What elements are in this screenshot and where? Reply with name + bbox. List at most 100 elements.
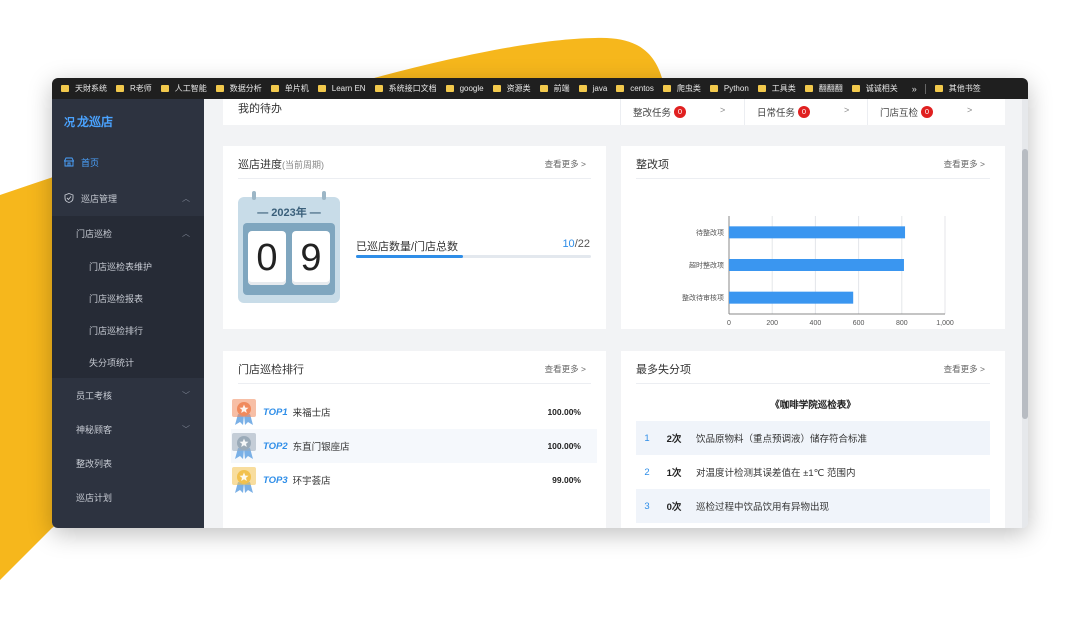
chevron-up-icon: ︿ <box>182 193 190 203</box>
bookmark-item[interactable]: 单片机 <box>270 83 309 94</box>
progress-title: 巡店进度(当前周期) <box>238 159 324 171</box>
sidebar-item-mystery-guest[interactable]: 神秘顾客 ﹀ <box>52 412 204 446</box>
rectify-card: 整改项 查看更多 > 0 200 400 600 800 1,000 待整改项 超时整改项 整改… <box>621 146 1005 329</box>
progress-label: 已巡店数量/门店总数 <box>356 241 459 253</box>
chart-category-label: 整改待审核项 <box>682 293 724 302</box>
progress-count: 10/22 <box>562 238 590 250</box>
chart-bar <box>729 226 906 239</box>
bookmark-item[interactable]: 诚诚相关 <box>851 83 898 94</box>
folder-icon <box>578 85 587 92</box>
bookmark-item[interactable]: 人工智能 <box>160 83 207 94</box>
chart-bar <box>729 259 904 271</box>
sidebar-item-patrol-table[interactable]: 门店巡检表维护 <box>52 250 204 282</box>
loss-row[interactable]: 2 1次 对温度计检测其误差值在 ±1℃ 范围内 <box>636 455 990 489</box>
browser-window: 天財系统 R老师 人工智能 数据分析 单片机 Learn EN 系统接口文档 google 资源… <box>52 78 1028 528</box>
chevron-right-icon[interactable]: > <box>967 105 972 115</box>
loss-item-text: 巡检过程中饮品饮用有异物出现 <box>696 502 830 513</box>
medal-icon <box>232 399 256 425</box>
sidebar: 况 龙巡店 首页 巡店管理 ︿ 门店巡检 ︿ 门店巡检表维护 门店巡检报表 门店… <box>52 99 204 528</box>
chevron-down-icon: ﹀ <box>182 424 190 434</box>
bookmark-item[interactable]: Python <box>709 84 749 93</box>
bookmark-item[interactable]: 系统接口文档 <box>374 83 437 94</box>
todo-card: 我的待办 整改任务 0 > 日常任务 0 > 门店互检 0 > <box>223 99 1005 125</box>
bookmark-item[interactable]: 翻翻翻 <box>804 83 843 94</box>
loss-item-text: 对温度计检测其误差值在 ±1℃ 范围内 <box>696 468 856 479</box>
folder-icon <box>160 85 169 92</box>
loss-count: 2次 <box>666 434 682 445</box>
bookmark-item[interactable]: java <box>578 84 607 93</box>
folder-icon <box>492 85 501 92</box>
folder-icon <box>662 85 671 92</box>
chevron-right-icon[interactable]: > <box>720 105 725 115</box>
folder-icon <box>757 85 766 92</box>
folder-icon <box>709 85 718 92</box>
rectify-bar-chart: 0 200 400 600 800 1,000 待整改项超时整改项整改待审核项 <box>682 216 954 327</box>
logo-icon: 况 <box>64 116 75 129</box>
calendar-year: — 2023年 — <box>257 207 321 219</box>
loss-item-text: 饮品原物料（重点预调液）储存符合标准 <box>696 434 868 445</box>
chevron-up-icon: ︿ <box>182 228 190 238</box>
medal-icon <box>232 433 256 459</box>
sidebar-item-rectify-list[interactable]: 整改列表 <box>52 446 204 480</box>
bookmark-item[interactable]: centos <box>616 84 654 93</box>
ranking-more-link[interactable]: 查看更多 > <box>545 363 586 375</box>
scrollbar-thumb[interactable] <box>1022 149 1028 419</box>
todo-title: 我的待办 <box>238 103 282 115</box>
progress-more-link[interactable]: 查看更多 > <box>545 158 586 170</box>
chevron-down-icon: ﹀ <box>182 390 190 400</box>
chart-category-label: 待整改项 <box>696 228 724 237</box>
calendar-digit-ones: 9 <box>292 231 330 285</box>
folder-icon <box>215 85 224 92</box>
bookmark-item[interactable]: 爬虫类 <box>662 83 701 94</box>
folder-icon <box>539 85 548 92</box>
bookmark-other[interactable]: 其他书签 <box>934 83 981 94</box>
chart-category-label: 超时整改项 <box>689 261 724 270</box>
sidebar-item-patrol-rank[interactable]: 门店巡检排行 <box>52 314 204 346</box>
rank-label: TOP2 <box>263 440 288 452</box>
sidebar-item-patrol-report[interactable]: 门店巡检报表 <box>52 282 204 314</box>
ranking-row[interactable]: TOP1 来福士店 100.00% <box>231 395 597 429</box>
bookmark-item[interactable]: 资源类 <box>492 83 531 94</box>
divider <box>238 178 591 179</box>
divider <box>924 83 926 94</box>
bookmarks-overflow-button[interactable]: » <box>912 84 917 94</box>
store-name: 环宇荟店 <box>292 476 331 487</box>
app-logo[interactable]: 况 龙巡店 <box>52 99 204 144</box>
ranking-row[interactable]: TOP2 东直门银座店 100.00% <box>231 429 597 463</box>
folder-icon <box>804 85 813 92</box>
sidebar-item-store-patrol[interactable]: 门店巡检 ︿ <box>52 216 204 250</box>
count-badge: 0 <box>674 106 687 118</box>
chart-bar <box>729 291 854 304</box>
score-percent: 100.00% <box>547 441 581 451</box>
scrollbar[interactable] <box>1022 99 1028 528</box>
chart-x-tick-label: 600 <box>853 320 865 327</box>
todo-rectify-task[interactable]: 整改任务 0 <box>633 105 687 119</box>
bookmark-item[interactable]: Learn EN <box>317 84 366 93</box>
progress-bar <box>356 255 591 258</box>
sidebar-item-loss-stats[interactable]: 失分项统计 <box>52 346 204 378</box>
bookmark-item[interactable]: 天財系统 <box>61 83 107 94</box>
loss-row[interactable]: 3 0次 巡检过程中饮品饮用有异物出现 <box>636 489 990 523</box>
folder-icon <box>317 85 326 92</box>
todo-daily-task[interactable]: 日常任务 0 <box>757 105 811 119</box>
sidebar-item-store-mgmt[interactable]: 巡店管理 ︿ <box>52 180 204 216</box>
bookmark-item[interactable]: google <box>445 84 484 93</box>
score-percent: 99.00% <box>552 475 581 485</box>
sidebar-item-patrol-plan[interactable]: 巡店计划 <box>52 480 204 514</box>
loss-more-link[interactable]: 查看更多 > <box>944 363 985 375</box>
sidebar-item-staff-eval[interactable]: 员工考核 ﹀ <box>52 378 204 412</box>
chevron-right-icon[interactable]: > <box>844 105 849 115</box>
bookmarks-bar: 天財系统 R老师 人工智能 数据分析 单片机 Learn EN 系统接口文档 google 资源… <box>52 78 1028 99</box>
bookmark-item[interactable]: 工具类 <box>757 83 796 94</box>
chart-x-tick-label: 1,000 <box>936 320 954 327</box>
folder-icon <box>116 85 124 92</box>
bookmark-item[interactable]: R老师 <box>116 83 152 94</box>
loss-card: 最多失分项 查看更多 > 《咖啡学院巡检表》 1 2次 饮品原物料（重点预调液）储存… <box>621 351 1005 528</box>
bookmark-item[interactable]: 前端 <box>539 83 570 94</box>
bookmark-item[interactable]: 数据分析 <box>215 83 262 94</box>
loss-row[interactable]: 1 2次 饮品原物料（重点预调液）储存符合标准 <box>636 421 990 455</box>
todo-mutual-check[interactable]: 门店互检 0 <box>880 105 934 119</box>
ranking-row[interactable]: TOP3 环宇荟店 99.00% <box>231 463 597 497</box>
ranking-card: 门店巡检排行 查看更多 > TOP1 来福士店 100.00% TOP2 东直门银座店 1… <box>223 351 606 528</box>
sidebar-item-home[interactable]: 首页 <box>52 144 204 180</box>
